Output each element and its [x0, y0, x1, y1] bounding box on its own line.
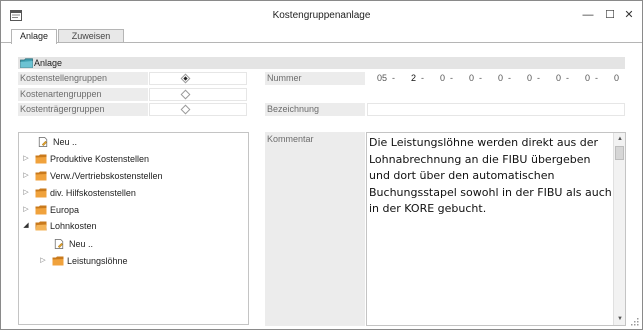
tree-item-label: div. Hilfskostenstellen [50, 188, 136, 198]
field-label-kostentraegergruppen: Kostenträgergruppen [18, 103, 148, 116]
scroll-down-icon[interactable]: ▼ [614, 313, 626, 325]
tab-content: Anlage Kostenstellengruppen Kostenarteng… [1, 43, 642, 329]
nummer-separator: - [479, 73, 482, 83]
tree-item-label: Leistungslöhne [67, 256, 128, 266]
nummer-segment-9[interactable]: 0 [604, 72, 619, 85]
nummer-separator: - [421, 73, 424, 83]
tree-item-label: Neu .. [69, 239, 94, 249]
scroll-thumb[interactable] [615, 146, 624, 160]
tab-zuweisen[interactable]: Zuweisen [58, 29, 124, 43]
expand-arrow-icon[interactable]: ▷ [22, 203, 30, 217]
nummer-separator: - [508, 73, 511, 83]
nummer-segment-6[interactable]: 0 [517, 72, 532, 85]
kommentar-text[interactable]: Die Leistungslöhne werden direkt aus der… [369, 135, 613, 218]
new-document-icon [38, 137, 48, 147]
resize-grip-icon[interactable] [631, 318, 639, 326]
tree-item-label: Verw./Vertriebskostenstellen [50, 171, 163, 181]
field-label-kostenstellengruppen: Kostenstellengruppen [18, 72, 148, 85]
tree-item-europa[interactable]: ▷ Europa [19, 203, 244, 217]
nummer-separator: - [392, 73, 395, 83]
folder-icon [20, 58, 33, 68]
tree-item-label: Lohnkosten [50, 221, 97, 231]
diamond-selected-icon [180, 73, 191, 84]
tree-item-label: Neu .. [53, 137, 78, 147]
collapse-arrow-icon[interactable]: ◢ [22, 219, 30, 233]
field-label-kostenartengruppen: Kostenartengruppen [18, 88, 148, 101]
tree-item-neu[interactable]: Neu .. [19, 135, 244, 149]
nummer-separator: - [595, 73, 598, 83]
section-header: Anlage [18, 57, 625, 69]
diamond-empty-icon [180, 89, 191, 100]
section-title: Anlage [34, 58, 63, 68]
title-bar: Kostengruppenanlage — ☐ ✕ [1, 1, 642, 29]
expand-arrow-icon[interactable]: ▷ [22, 152, 30, 166]
tree-item-label: Europa [50, 205, 80, 215]
tree-item-lohnkosten[interactable]: ◢ Lohnkosten [19, 219, 244, 233]
tree-item-div-hilfskostenstellen[interactable]: ▷ div. Hilfskostenstellen [19, 186, 244, 200]
tree-item-produktive-kostenstellen[interactable]: ▷ Produktive Kostenstellen [19, 152, 244, 166]
new-document-icon [54, 239, 64, 249]
nummer-separator: - [537, 73, 540, 83]
folder-icon [35, 205, 47, 215]
expand-arrow-icon[interactable]: ▷ [22, 186, 30, 200]
nummer-separator: - [450, 73, 453, 83]
nummer-separator: - [566, 73, 569, 83]
nummer-segment-2[interactable]: 2 [401, 72, 416, 85]
tab-anlage[interactable]: Anlage [11, 29, 57, 44]
bezeichnung-label: Bezeichnung [265, 103, 365, 116]
folder-icon [35, 171, 47, 181]
kostengruppenanlage-window: Kostengruppenanlage — ☐ ✕ Anlage Zuweise… [0, 0, 643, 330]
kostengruppen-tree: Neu .. ▷ Produktive Kostenstellen ▷ Verw… [18, 132, 249, 325]
nummer-segment-8[interactable]: 0 [575, 72, 590, 85]
kommentar-label: Kommentar [265, 132, 365, 326]
nummer-segment-4[interactable]: 0 [459, 72, 474, 85]
expand-arrow-icon[interactable]: ▷ [39, 254, 47, 268]
folder-open-icon [35, 221, 47, 231]
window-title: Kostengruppenanlage [272, 10, 371, 21]
tree-item-leistungsloehne[interactable]: ▷ Leistungslöhne [19, 254, 244, 268]
tree-item-neu-child[interactable]: Neu .. [19, 237, 244, 251]
bezeichnung-input[interactable] [367, 103, 625, 116]
folder-icon [35, 154, 47, 164]
nummer-segment-7[interactable]: 0 [546, 72, 561, 85]
kostentraegergruppen-selector[interactable] [149, 103, 247, 116]
expand-arrow-icon[interactable]: ▷ [22, 169, 30, 183]
kommentar-scrollbar[interactable]: ▲ ▼ [613, 133, 625, 325]
scroll-up-icon[interactable]: ▲ [614, 133, 626, 145]
tab-bar: Anlage Zuweisen [1, 29, 642, 44]
nummer-segment-5[interactable]: 0 [488, 72, 503, 85]
kostenstellengruppen-selector[interactable] [149, 72, 247, 85]
tree-item-verw-vertriebskostenstellen[interactable]: ▷ Verw./Vertriebskostenstellen [19, 169, 244, 183]
diamond-empty-icon [180, 104, 191, 115]
folder-icon [52, 256, 64, 266]
nummer-segment-1[interactable]: 05 [367, 72, 387, 85]
nummer-field[interactable]: 05 - 2 - 0 - 0 - 0 - 0 - 0 - 0 - 0 0 [367, 72, 625, 85]
close-button[interactable]: ✕ [620, 7, 638, 23]
kommentar-textarea[interactable]: Die Leistungslöhne werden direkt aus der… [366, 132, 626, 326]
kostenartengruppen-selector[interactable] [149, 88, 247, 101]
minimize-button[interactable]: — [579, 7, 597, 23]
nummer-segment-3[interactable]: 0 [430, 72, 445, 85]
maximize-button[interactable]: ☐ [601, 7, 619, 23]
tree-item-label: Produktive Kostenstellen [50, 154, 150, 164]
folder-icon [35, 188, 47, 198]
nummer-label: Nummer [265, 72, 365, 85]
